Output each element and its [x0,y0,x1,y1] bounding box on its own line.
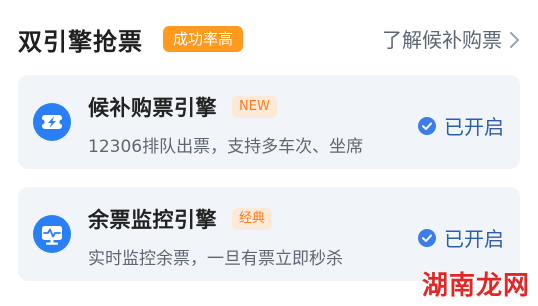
check-circle-icon [418,116,436,135]
new-badge: NEW [232,96,277,118]
standby-engine-title: 候补购票引擎 [88,96,217,120]
section-title: 双引擎抢票 [18,28,143,56]
status-label: 已开启 [444,227,504,251]
chevron-right-icon [508,30,520,48]
learn-more-label: 了解候补购票 [382,28,502,52]
monitor-pulse-icon [33,215,71,253]
ticket-monitor-engine-status[interactable]: 已开启 [418,223,504,252]
standby-engine-description: 12306排队出票，支持多车次、坐席 [88,137,364,157]
ticket-monitor-engine-title: 余票监控引擎 [88,208,217,232]
ticket-monitor-engine-description: 实时监控余票，一旦有票立即秒杀 [88,249,343,269]
classic-badge: 经典 [232,208,273,230]
check-circle-icon [418,228,436,247]
success-rate-badge: 成功率高 [163,26,244,52]
section-header: 双引擎抢票 成功率高 了解候补购票 [18,20,520,56]
ticket-lightning-icon [33,103,71,141]
learn-more-link[interactable]: 了解候补购票 [382,24,520,53]
site-watermark: 湖南龙网 [421,271,530,301]
standby-engine-status[interactable]: 已开启 [418,111,504,140]
standby-engine-card[interactable]: 候补购票引擎 NEW 12306排队出票，支持多车次、坐席 已开启 [18,75,520,169]
status-label: 已开启 [444,115,504,139]
